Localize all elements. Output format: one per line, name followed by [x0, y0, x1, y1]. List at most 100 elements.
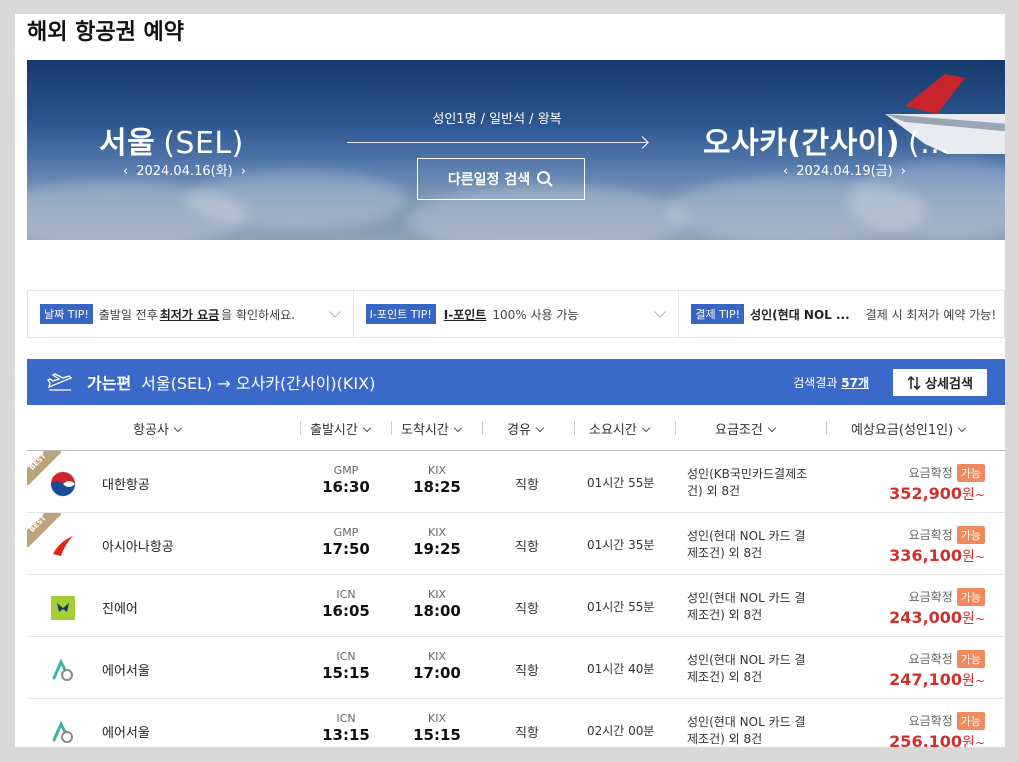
tip-ipoint[interactable]: I-포인트 TIP! I-포인트 100% 사용 가능 — [354, 291, 680, 337]
korean-air-logo — [49, 470, 77, 498]
tip-text: 을 확인하세요. — [221, 306, 295, 323]
available-badge: 가능 — [957, 588, 985, 606]
duration-label: 01시간 55분 — [587, 474, 654, 491]
flight-row[interactable]: 에어서울 ICN15:15 KIX17:00 직항 01시간 40분 성인(현대… — [27, 637, 1005, 699]
destination-date: ‹2024.04.19(금)› — [775, 160, 914, 179]
tips-bar: 날짜 TIP! 출발일 전후 최저가 요금 을 확인하세요. I-포인트 TIP… — [27, 290, 1005, 338]
chevron-right-icon[interactable]: › — [241, 164, 246, 179]
flight-row[interactable]: BEST 대한항공 GMP16:30 KIX18:25 직항 01시간 55분 … — [27, 451, 1005, 513]
flight-row[interactable]: 에어서울 ICN13:15 KIX15:15 직항 02시간 00분 성인(현대… — [27, 699, 1005, 747]
tip-date[interactable]: 날짜 TIP! 출발일 전후 최저가 요금 을 확인하세요. — [28, 291, 354, 337]
via-label: 직항 — [515, 660, 539, 679]
search-icon — [536, 170, 554, 188]
asiana-logo — [49, 532, 77, 560]
column-headers: 항공사 출발시간 도착시간 경유 소요시간 요금조건 예상요금(성인1인) — [27, 405, 1005, 451]
chevron-left-icon[interactable]: ‹ — [783, 164, 788, 179]
air-seoul-logo — [49, 718, 77, 746]
via-label: 직항 — [515, 722, 539, 741]
chevron-down-icon — [768, 424, 776, 432]
duration-label: 01시간 35분 — [587, 536, 654, 553]
chevron-down-icon — [536, 424, 544, 432]
search-other-schedule-button[interactable]: 다른일정 검색 — [417, 158, 585, 200]
depart-time: GMP17:50 — [316, 526, 376, 558]
sort-duration[interactable]: 소요시간 — [589, 419, 649, 438]
sort-depart[interactable]: 출발시간 — [310, 419, 370, 438]
page: 해외 항공권 예약 서울(SEL) ‹2024.04.16(화)› 성인1명 /… — [15, 14, 1005, 747]
airline-name: 에어서울 — [102, 722, 150, 741]
price-box[interactable]: 요금확정가능 243,000원~ — [889, 588, 985, 628]
duration-label: 01시간 40분 — [587, 660, 654, 677]
price-amount: 247,100 — [889, 670, 962, 689]
price-box[interactable]: 요금확정가능 247,100원~ — [889, 650, 985, 690]
depart-time: ICN13:15 — [316, 712, 376, 744]
airplane-takeoff-icon — [47, 372, 73, 392]
air-seoul-logo — [49, 656, 77, 684]
tip-highlight: 성인(현대 NOL ... — [750, 306, 850, 323]
tip-highlight: 최저가 요금 — [160, 306, 219, 323]
arrive-time: KIX18:00 — [407, 588, 467, 620]
chevron-down-icon — [454, 424, 462, 432]
fare-status: 요금확정 — [909, 528, 953, 542]
result-count: 검색결과 57개 — [793, 374, 869, 391]
chevron-left-icon[interactable]: ‹ — [123, 164, 128, 179]
route-arrow — [347, 142, 647, 143]
fare-conditions: 성인(현대 NOL 카드 결제조건) 외 8건 — [687, 528, 827, 562]
price-box[interactable]: 요금확정가능 256,100원~ — [889, 712, 985, 747]
via-label: 직항 — [515, 598, 539, 617]
arrive-time: KIX18:25 — [407, 464, 467, 496]
fare-conditions: 성인(현대 NOL 카드 결제조건) 외 8건 — [687, 714, 827, 747]
jinair-logo — [49, 594, 77, 622]
depart-time: ICN16:05 — [316, 588, 376, 620]
price-box[interactable]: 요금확정가능 352,900원~ — [889, 464, 985, 504]
chevron-right-icon[interactable]: › — [901, 164, 906, 179]
detail-search-button[interactable]: 상세검색 — [893, 369, 987, 396]
arrive-time: KIX17:00 — [407, 650, 467, 682]
tip-badge: 결제 TIP! — [691, 304, 744, 324]
fare-status: 요금확정 — [909, 466, 953, 480]
chevron-down-icon — [958, 424, 966, 432]
fare-conditions: 성인(현대 NOL 카드 결제조건) 외 8건 — [687, 590, 827, 624]
tip-text: 출발일 전후 — [99, 306, 158, 323]
tip-badge: 날짜 TIP! — [40, 304, 93, 324]
price-amount: 256,100 — [889, 732, 962, 747]
via-label: 직항 — [515, 474, 539, 493]
route-label: 서울(SEL) → 오사카(간사이)(KIX) — [141, 370, 375, 394]
sort-via[interactable]: 경유 — [507, 419, 543, 438]
chevron-down-icon — [329, 306, 340, 317]
available-badge: 가능 — [957, 712, 985, 730]
chevron-down-icon — [655, 306, 666, 317]
available-badge: 가능 — [957, 650, 985, 668]
sort-fare[interactable]: 요금조건 — [715, 419, 775, 438]
depart-time: ICN15:15 — [316, 650, 376, 682]
destination-city: 오사카(간사이)(... — [703, 118, 950, 162]
filter-icon — [907, 376, 921, 390]
tip-text: 결제 시 최저가 예약 가능! — [866, 306, 996, 323]
sort-airline[interactable]: 항공사 — [133, 419, 181, 438]
price-box[interactable]: 요금확정가능 336,100원~ — [889, 526, 985, 566]
flight-row[interactable]: BEST 아시아나항공 GMP17:50 KIX19:25 직항 01시간 35… — [27, 513, 1005, 575]
fare-status: 요금확정 — [909, 652, 953, 666]
price-amount: 336,100 — [889, 546, 962, 565]
result-header: 가는편 서울(SEL) → 오사카(간사이)(KIX) 검색결과 57개 상세검… — [27, 359, 1005, 405]
flight-list: BEST 대한항공 GMP16:30 KIX18:25 직항 01시간 55분 … — [27, 451, 1005, 747]
trip-info: 성인1명 / 일반석 / 왕복 — [347, 108, 647, 127]
tip-payment[interactable]: 결제 TIP! 성인(현대 NOL ... 결제 시 최저가 예약 가능! — [679, 291, 1004, 337]
airline-name: 에어서울 — [102, 660, 150, 679]
price-amount: 243,000 — [889, 608, 962, 627]
origin-date: ‹2024.04.16(화)› — [115, 160, 254, 179]
duration-label: 02시간 00분 — [587, 722, 654, 739]
flight-row[interactable]: 진에어 ICN16:05 KIX18:00 직항 01시간 55분 성인(현대 … — [27, 575, 1005, 637]
sort-arrive[interactable]: 도착시간 — [401, 419, 461, 438]
fare-conditions: 성인(KB국민카드결제조건) 외 8건 — [687, 466, 827, 500]
depart-time: GMP16:30 — [316, 464, 376, 496]
airline-name: 진에어 — [102, 598, 138, 617]
chevron-down-icon — [363, 424, 371, 432]
origin-city: 서울(SEL) — [99, 118, 244, 162]
price-amount: 352,900 — [889, 484, 962, 503]
fare-status: 요금확정 — [909, 590, 953, 604]
fare-status: 요금확정 — [909, 714, 953, 728]
chevron-down-icon — [642, 424, 650, 432]
direction-label: 가는편 — [87, 370, 131, 394]
sort-price[interactable]: 예상요금(성인1인) — [851, 419, 965, 438]
airline-name: 대한항공 — [102, 474, 150, 493]
